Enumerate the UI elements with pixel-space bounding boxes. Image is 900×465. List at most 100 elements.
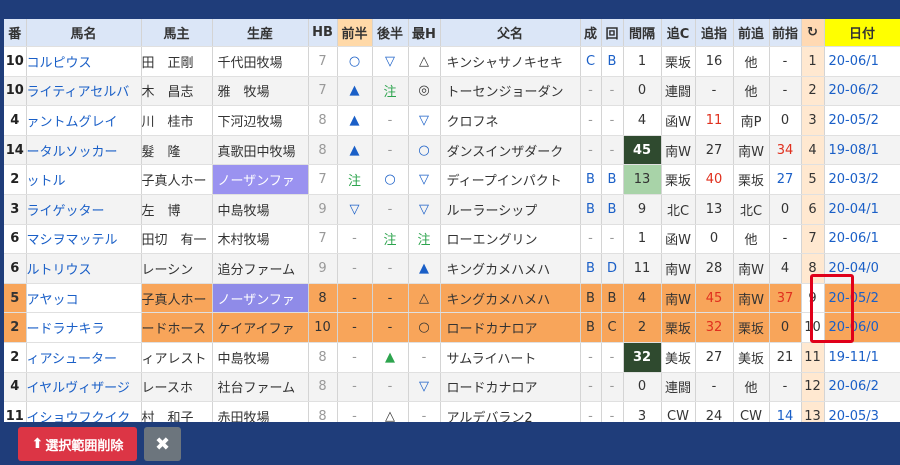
table-row[interactable]: 11 イショウフクイク村 和子 赤田牧場 8- △ - アルデバラン2- -3 CW 24 CW 14… [4,401,900,422]
cell-num[interactable]: 6 [4,253,27,284]
cell-producer[interactable]: 木村牧場 [212,224,309,255]
cell-kai[interactable]: B [601,283,624,314]
col-header-c[interactable]: ↻ [801,19,825,47]
cell-date[interactable]: 20-04/0 [824,253,900,284]
cell-zenshi[interactable]: 14 [769,401,802,422]
cell-hb[interactable]: 8 [308,401,338,422]
cell-oic[interactable]: 連闘 [661,372,696,403]
cell-zh[interactable]: ○ [337,46,373,77]
cell-oic[interactable]: 函W [661,105,696,136]
cell-sh[interactable]: △ [408,283,441,314]
col-header-kai[interactable]: 回 [601,19,624,47]
cell-date[interactable]: 20-05/2 [824,105,900,136]
cell-name[interactable]: ィアシューター [26,342,142,373]
cell-zh[interactable]: - [337,312,373,343]
cell-name[interactable]: アヤッコ [26,283,142,314]
cell-producer[interactable]: 中島牧場 [212,194,309,225]
cell-kh[interactable]: - [372,105,409,136]
cell-kankaku[interactable]: 13 [623,164,662,195]
cell-oic[interactable]: 南W [661,283,696,314]
table-row[interactable]: 4 イヤルヴィザージ レースホ 社台ファーム 8- - ▽ ロードカナロア - -0 連闘 - 他 -12… [4,372,900,403]
cell-num[interactable]: 14 [4,135,27,166]
cell-c[interactable]: 9 [801,283,825,314]
table-row[interactable]: 3 ライゲッター左 博中島牧場 9 ▽ - ▽ ルーラーシップ B B 9 北C 13 北C 0 6 20-0… [4,194,900,225]
col-header-date[interactable]: 日付 [824,19,900,47]
cell-zenoi[interactable]: 他 [733,76,770,107]
cell-kh[interactable]: - [372,194,409,225]
cell-sei[interactable]: - [580,135,602,166]
cell-sh[interactable]: - [408,342,441,373]
cell-zenoi[interactable]: 美坂 [733,342,770,373]
col-header-kankaku[interactable]: 間隔 [623,19,662,47]
cell-sh[interactable]: ○ [408,135,441,166]
cell-kh[interactable]: - [372,253,409,284]
cell-kh[interactable]: ▽ [372,46,409,77]
cell-kankaku[interactable]: 1 [623,46,662,77]
cell-producer[interactable]: ケイアイファ [212,312,309,343]
cell-c[interactable]: 8 [801,253,825,284]
cell-zenshi[interactable]: - [769,372,802,403]
cell-sei[interactable]: B [580,194,602,225]
cell-oic[interactable]: 美坂 [661,342,696,373]
cell-zh[interactable]: - [337,342,373,373]
cell-zenshi[interactable]: 37 [769,283,802,314]
cell-oic[interactable]: 連闘 [661,76,696,107]
cell-producer[interactable]: 千代田牧場 [212,46,309,77]
cell-producer[interactable]: ノーザンファ [212,164,309,195]
cell-sire[interactable]: キングカメハメハ [440,253,581,284]
cell-oishi[interactable]: 16 [695,46,734,77]
cell-zh[interactable]: 注 [337,164,373,195]
cell-c[interactable]: 10 [801,312,825,343]
cell-oishi[interactable]: 45 [695,283,734,314]
cell-zenshi[interactable]: 21 [769,342,802,373]
cell-c[interactable]: 5 [801,164,825,195]
cell-sh[interactable]: ▽ [408,194,441,225]
cell-owner[interactable]: 村 和子 [141,401,213,422]
cell-zenoi[interactable]: 他 [733,46,770,77]
cell-c[interactable]: 3 [801,105,825,136]
cell-c[interactable]: 11 [801,342,825,373]
col-header-saih[interactable]: 最H [408,19,441,47]
cell-sei[interactable]: - [580,224,602,255]
cell-zh[interactable]: - [337,283,373,314]
cell-sh[interactable]: ◎ [408,76,441,107]
cell-oic[interactable]: 函W [661,224,696,255]
cell-sh[interactable]: ○ [408,312,441,343]
cell-kh[interactable]: △ [372,401,409,422]
cell-kai[interactable]: - [601,135,624,166]
cell-kai[interactable]: - [601,372,624,403]
cell-zh[interactable]: ▲ [337,105,373,136]
cell-sei[interactable]: B [580,253,602,284]
cell-hb[interactable]: 7 [308,76,338,107]
cell-sire[interactable]: ディープインパクト [440,164,581,195]
cell-owner[interactable]: 子真人ホー [141,283,213,314]
cell-sei[interactable]: - [580,342,602,373]
cell-producer[interactable]: 中島牧場 [212,342,309,373]
cell-kankaku[interactable]: 11 [623,253,662,284]
cell-owner[interactable]: 左 博 [141,194,213,225]
cell-num[interactable]: 10 [4,76,27,107]
cell-sire[interactable]: アルデバラン2 [440,401,581,422]
col-header-producer[interactable]: 生産 [212,19,309,47]
cell-hb[interactable]: 9 [308,253,338,284]
cell-c[interactable]: 7 [801,224,825,255]
col-header-sire[interactable]: 父名 [440,19,581,47]
col-header-owner[interactable]: 馬主 [141,19,213,47]
cell-date[interactable]: 20-06/0 [824,312,900,343]
cell-hb[interactable]: 8 [308,135,338,166]
cell-producer[interactable]: 赤田牧場 [212,401,309,422]
cell-name[interactable]: ライゲッター [26,194,142,225]
cell-num[interactable]: 6 [4,224,27,255]
cell-c[interactable]: 13 [801,401,825,422]
cell-sire[interactable]: クロフネ [440,105,581,136]
cell-oic[interactable]: 栗坂 [661,312,696,343]
cell-sh[interactable]: ▽ [408,164,441,195]
cell-name[interactable]: イショウフクイク [26,401,142,422]
cell-producer[interactable]: 社台ファーム [212,372,309,403]
cell-oishi[interactable]: - [695,372,734,403]
cell-owner[interactable]: ィアレスト [141,342,213,373]
cell-hb[interactable]: 7 [308,46,338,77]
cell-zh[interactable]: - [337,253,373,284]
cell-owner[interactable]: レーシン [141,253,213,284]
cell-zh[interactable]: - [337,224,373,255]
